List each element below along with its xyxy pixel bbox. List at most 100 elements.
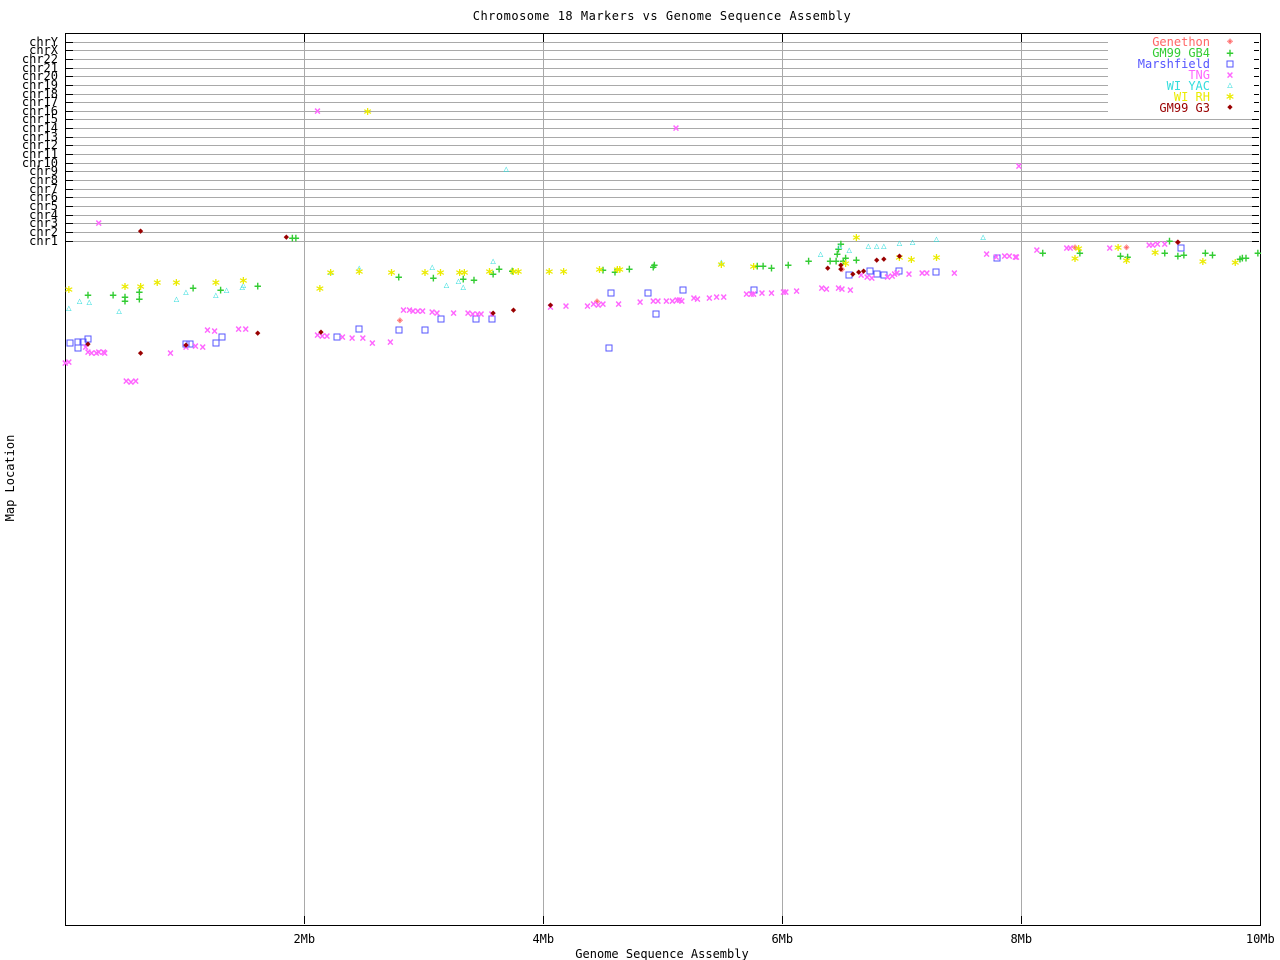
data-point-tng: × xyxy=(720,290,728,304)
left-tick-chr20 xyxy=(66,76,74,78)
left-tick-chr12 xyxy=(66,145,74,147)
data-point-tng: × xyxy=(693,292,702,306)
data-point-tng: × xyxy=(712,290,721,304)
data-point-wi-yac: △ xyxy=(173,294,180,305)
data-point-wi-rh: * xyxy=(315,281,325,300)
data-point-gm99-g3: ◆ xyxy=(85,339,91,350)
gridline-chr9 xyxy=(66,171,1259,173)
data-point-tng: × xyxy=(672,121,680,135)
left-tick-chr16 xyxy=(66,110,74,112)
data-point-gm99-g3: ◆ xyxy=(254,328,261,339)
data-point-gm99-gb4: + xyxy=(625,262,633,276)
data-point-tng: × xyxy=(767,286,776,300)
data-point-gm99-g3: ◆ xyxy=(881,254,887,265)
left-tick-chr7 xyxy=(66,188,74,190)
data-point-tng: × xyxy=(678,294,686,308)
chart-title: Chromosome 18 Markers vs Genome Sequence… xyxy=(472,9,852,23)
data-point-wi-rh: * xyxy=(1230,255,1240,274)
top-tick-6Mb xyxy=(782,34,784,42)
bottom-tick-6Mb xyxy=(782,916,784,924)
right-tick-chr15 xyxy=(1252,119,1259,121)
data-point-tng: × xyxy=(1012,250,1021,264)
data-point-wi-yac: △ xyxy=(933,234,940,245)
data-point-tng: × xyxy=(705,291,714,305)
left-tick-chr11 xyxy=(66,154,74,156)
gridline-chr12 xyxy=(66,145,1259,147)
gridline-chrX xyxy=(66,50,1259,52)
gridline-chr21 xyxy=(66,67,1259,69)
data-point-marshfield xyxy=(421,326,429,334)
gridline-chr3 xyxy=(66,223,1259,225)
right-tick-chr11 xyxy=(1252,154,1259,156)
top-tick-8Mb xyxy=(1021,34,1023,42)
data-point-wi-yac: △ xyxy=(66,303,72,314)
data-point-marshfield xyxy=(212,339,220,347)
data-point-wi-yac: △ xyxy=(76,296,83,307)
gridline-chrY xyxy=(66,41,1259,43)
data-point-gm99-gb4: + xyxy=(767,261,776,275)
top-tick-10Mb xyxy=(1260,34,1262,42)
gridline-chr15 xyxy=(66,119,1259,121)
data-point-gm99-g3: ◆ xyxy=(137,348,144,359)
right-tick-chr1 xyxy=(1252,240,1259,242)
data-point-tng: × xyxy=(868,271,876,285)
data-point-tng: × xyxy=(1033,243,1041,257)
data-point-tng: × xyxy=(348,331,356,345)
gridline-chr18 xyxy=(66,93,1259,95)
data-point-wi-yac: △ xyxy=(865,241,872,252)
bottom-tick-8Mb xyxy=(1021,916,1023,924)
data-point-wi-rh: * xyxy=(363,104,373,123)
data-point-gm99-gb4: + xyxy=(1208,248,1217,262)
data-point-tng: × xyxy=(599,297,607,311)
data-point-wi-yac: △ xyxy=(86,297,92,308)
gridline-chr19 xyxy=(66,84,1259,86)
data-point-tng: × xyxy=(950,266,958,280)
gridline-chr20 xyxy=(66,76,1259,78)
data-point-wi-rh: * xyxy=(716,257,726,276)
gridline-chr17 xyxy=(66,102,1259,104)
gridline-chr7 xyxy=(66,188,1259,190)
right-tick-chr9 xyxy=(1252,171,1259,173)
x-tick-label-8Mb: 8Mb xyxy=(1010,932,1033,946)
plus-icon: + xyxy=(1226,45,1234,60)
data-point-wi-rh: * xyxy=(326,265,336,284)
left-tick-chr9 xyxy=(66,171,74,173)
data-point-tng: × xyxy=(368,336,377,350)
filled-diamond-icon: ◆ xyxy=(1227,102,1233,113)
data-point-gm99-g3: ◆ xyxy=(283,232,290,243)
data-point-wi-yac: △ xyxy=(980,232,986,243)
data-point-tng: × xyxy=(793,284,801,298)
left-tick-chr4 xyxy=(66,214,74,216)
data-point-gm99-gb4: + xyxy=(292,231,300,245)
data-point-wi-yac: △ xyxy=(116,306,122,317)
data-point-wi-rh: * xyxy=(544,264,554,283)
gridline-chr13 xyxy=(66,136,1259,138)
data-point-wi-rh: * xyxy=(513,264,523,283)
bottom-tick-4Mb xyxy=(543,916,545,924)
data-point-gm99-g3: ◆ xyxy=(547,300,554,311)
left-tick-chr1 xyxy=(66,240,74,242)
x-tick-label-4Mb: 4Mb xyxy=(532,932,555,946)
data-point-tng: × xyxy=(782,285,790,299)
data-point-gm99-g3: ◆ xyxy=(137,226,144,237)
data-point-tng: × xyxy=(132,374,140,388)
data-point-gm99-gb4: + xyxy=(759,259,767,273)
left-tick-chr5 xyxy=(66,205,74,207)
data-point-gm99-gb4: + xyxy=(784,258,792,272)
data-point-tng: × xyxy=(234,322,243,336)
data-point-wi-yac: △ xyxy=(460,282,466,293)
right-tick-chr8 xyxy=(1252,180,1259,181)
x-axis-label: Genome Sequence Assembly xyxy=(575,947,749,960)
bottom-tick-2Mb xyxy=(304,916,306,924)
gridline-chr16 xyxy=(66,110,1259,112)
y-axis-label: Map Location xyxy=(3,434,17,522)
data-point-marshfield xyxy=(607,289,615,297)
x-tick-label-2Mb: 2Mb xyxy=(293,932,316,946)
data-point-tng: × xyxy=(191,339,200,353)
data-point-marshfield xyxy=(66,339,74,347)
data-point-wi-yac: △ xyxy=(817,249,824,260)
data-point-gm99-gb4: + xyxy=(109,288,117,302)
data-point-wi-yac: △ xyxy=(881,241,887,252)
data-point-wi-rh: * xyxy=(1150,245,1160,264)
gridline-2Mb xyxy=(304,34,306,924)
